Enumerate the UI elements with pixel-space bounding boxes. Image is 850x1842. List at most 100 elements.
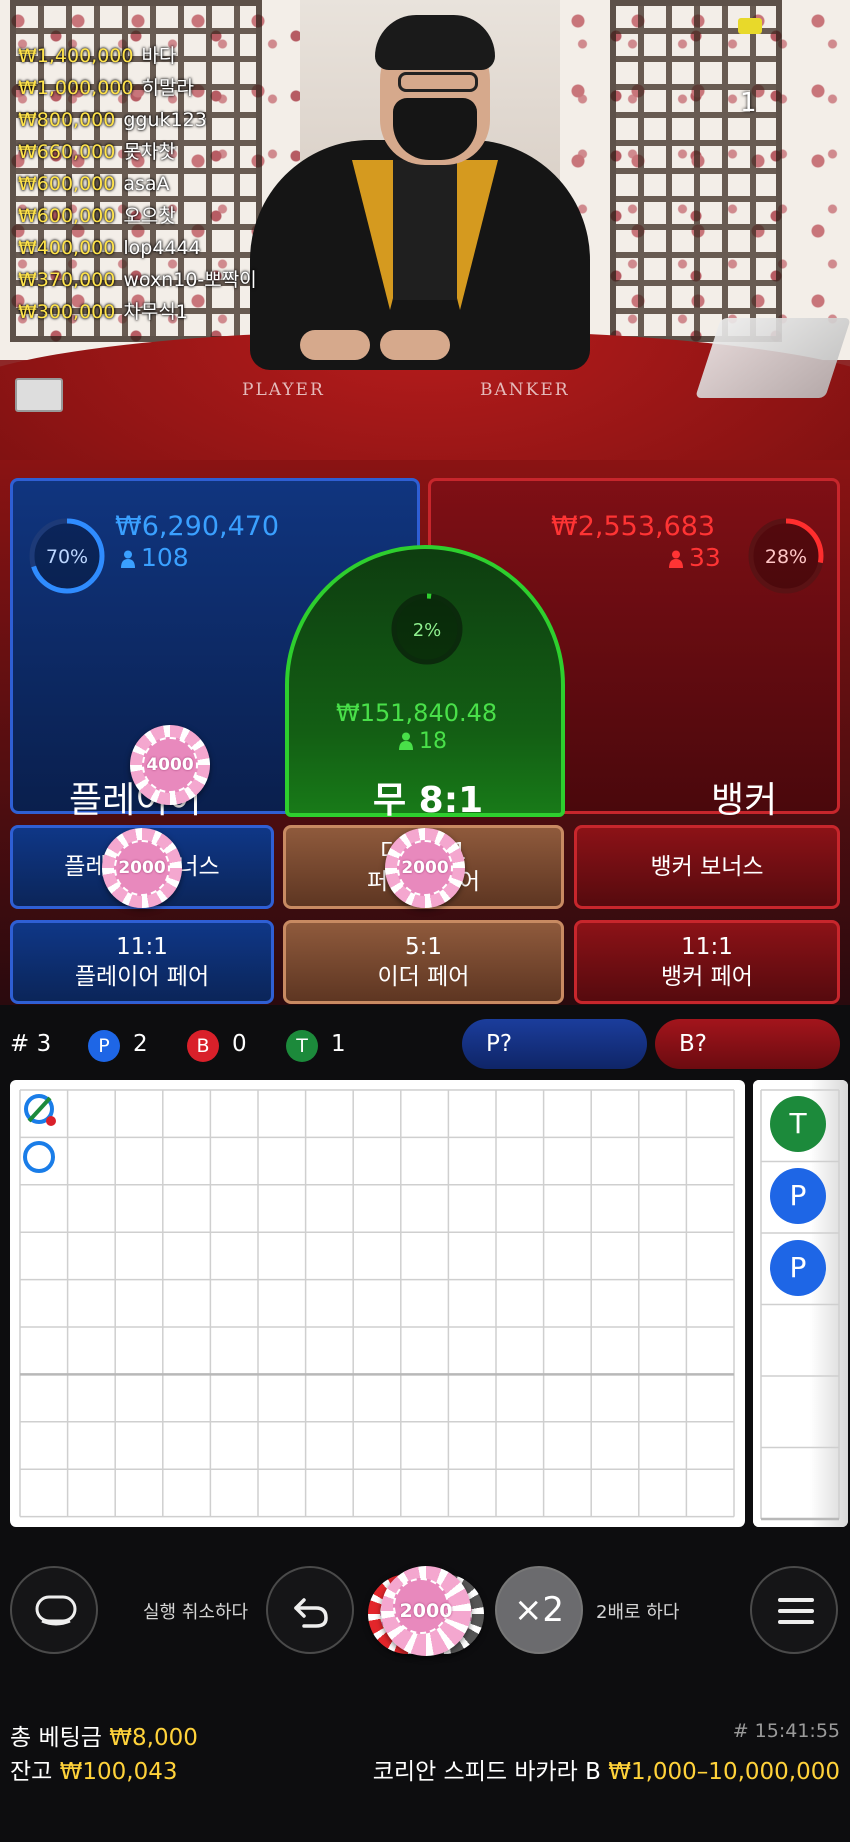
player-pair-odds: 11:1 bbox=[116, 934, 168, 960]
leaderboard-name: asaA bbox=[123, 173, 170, 195]
banker-percent-ring: 28% bbox=[748, 518, 824, 594]
player-pair-bet[interactable]: 11:1 플레이어 페어 bbox=[10, 920, 274, 1004]
leaderboard-row: ₩600,000 오으찻 bbox=[18, 200, 318, 232]
leaderboard-name: 오으찻 bbox=[123, 205, 176, 227]
player-bettor-count: 108 bbox=[121, 543, 189, 572]
banker-bonus-bet[interactable]: 뱅커 보너스 bbox=[574, 825, 840, 909]
player-pair-label: 플레이어 페어 bbox=[74, 964, 210, 990]
player-result-marker bbox=[22, 1140, 58, 1176]
bead-tie: T bbox=[770, 1096, 826, 1152]
round-indicator-icon bbox=[738, 18, 762, 34]
lobby-button[interactable] bbox=[10, 1566, 98, 1654]
dealer-hand-left bbox=[300, 330, 370, 360]
felt-banker-text: BANKER bbox=[480, 380, 570, 400]
undo-button[interactable] bbox=[266, 1566, 354, 1654]
scoreboard-grid bbox=[19, 1089, 735, 1518]
tie-badge-icon: T bbox=[286, 1030, 318, 1062]
leaderboard-amount: ₩600,000 bbox=[18, 173, 116, 195]
svg-text:28%: 28% bbox=[765, 546, 807, 568]
either-pair-bet[interactable]: 5:1 이더 페어 bbox=[283, 920, 564, 1004]
footer-info: 총 베팅금 ₩8,000 잔고 ₩100,043 # 15:41:55 코리안 … bbox=[0, 1700, 850, 1842]
placed-chip-perfect-pair[interactable]: 2000 bbox=[385, 828, 465, 908]
player-win-count: 2 bbox=[133, 1031, 148, 1057]
either-pair-odds: 5:1 bbox=[404, 934, 442, 960]
leaderboard-amount: ₩1,000,000 bbox=[18, 77, 134, 99]
bead-player: P bbox=[770, 1168, 826, 1224]
betting-area: 70% ₩6,290,470 108 플레이어 ₩2,553,683 33 28… bbox=[0, 460, 850, 1005]
leaderboard-amount: ₩600,000 bbox=[18, 205, 116, 227]
person-icon bbox=[399, 732, 413, 750]
tie-count: 1 bbox=[331, 1031, 346, 1057]
selected-chip[interactable]: 2000 bbox=[381, 1566, 471, 1656]
balance-value: ₩100,043 bbox=[59, 1759, 178, 1785]
round-count: # 3 bbox=[10, 1031, 52, 1057]
winners-leaderboard: ₩1,400,000 바다 ₩1,000,000 히말라 ₩800,000 gguk123… bbox=[18, 40, 318, 328]
table-limits: ₩1,000–10,000,000 bbox=[608, 1759, 840, 1785]
leaderboard-amount: ₩300,000 bbox=[18, 301, 116, 323]
undo-label: 실행 취소하다 bbox=[143, 1602, 249, 1623]
big-road-scoreboard[interactable] bbox=[10, 1080, 745, 1527]
total-bet-value: ₩8,000 bbox=[109, 1725, 198, 1751]
total-bet-label: 총 베팅금 bbox=[10, 1725, 102, 1751]
leaderboard-amount: ₩370,000 bbox=[18, 269, 116, 291]
leaderboard-name: woxn10-뽀짝이 bbox=[123, 269, 257, 291]
leaderboard-row: ₩1,000,000 히말라 bbox=[18, 72, 318, 104]
placed-chip-player-bonus[interactable]: 2000 bbox=[102, 828, 182, 908]
svg-text:70%: 70% bbox=[46, 546, 88, 568]
predict-player-button[interactable]: P? bbox=[462, 1019, 647, 1069]
leaderboard-row: ₩800,000 gguk123 bbox=[18, 104, 318, 136]
svg-text:2%: 2% bbox=[413, 620, 442, 641]
bead-player: P bbox=[770, 1240, 826, 1296]
double-button[interactable]: ×2 bbox=[495, 1566, 583, 1654]
leaderboard-name: 차무식1 bbox=[123, 301, 188, 323]
banker-badge-icon: B bbox=[187, 1030, 219, 1062]
leaderboard-name: lop4444 bbox=[123, 237, 201, 259]
game-time: # 15:41:55 bbox=[732, 1720, 840, 1742]
dealer-shirt bbox=[393, 160, 457, 300]
banker-pair-label: 뱅커 페어 bbox=[661, 964, 753, 990]
round-number: 1 bbox=[740, 88, 757, 118]
stats-bar: # 3 P 2 B 0 T 1 P? B? bbox=[0, 1005, 850, 1085]
tie-slash-icon bbox=[24, 1094, 56, 1126]
table-name: 코리안 스피드 바카라 B bbox=[372, 1759, 601, 1785]
banker-win-count: 0 bbox=[232, 1031, 247, 1057]
banker-label: 뱅커 bbox=[711, 780, 778, 821]
leaderboard-name: gguk123 bbox=[123, 109, 207, 131]
dealer-glasses bbox=[398, 72, 478, 92]
tie-bettor-count: 18 bbox=[399, 729, 447, 754]
dealer-mask bbox=[393, 98, 477, 160]
dealer-hand-right bbox=[380, 330, 450, 360]
tie-label: 무 8:1 bbox=[373, 780, 484, 821]
total-bet: 총 베팅금 ₩8,000 bbox=[10, 1718, 198, 1752]
leaderboard-amount: ₩1,400,000 bbox=[18, 45, 134, 67]
either-pair-label: 이더 페어 bbox=[377, 964, 470, 990]
leaderboard-amount: ₩400,000 bbox=[18, 237, 116, 259]
balance: 잔고 ₩100,043 bbox=[10, 1752, 178, 1786]
bead-road-panel[interactable]: TPP bbox=[753, 1080, 848, 1527]
table-lobby-icon bbox=[35, 1595, 77, 1626]
control-bar: 실행 취소하다 2000 ×2 2배로 하다 bbox=[0, 1540, 850, 1680]
placed-chip-player[interactable]: 4000 bbox=[130, 725, 210, 805]
leaderboard-name: 못차찻 bbox=[123, 141, 176, 163]
felt-player-text: PLAYER bbox=[242, 380, 325, 400]
leaderboard-row: ₩600,000 asaA bbox=[18, 168, 318, 200]
balance-label: 잔고 bbox=[10, 1759, 53, 1785]
menu-button[interactable] bbox=[750, 1566, 838, 1654]
leaderboard-row: ₩660,000 못차찻 bbox=[18, 136, 318, 168]
chip-selector[interactable]: 2000 bbox=[368, 1562, 484, 1658]
live-video-feed: PLAYER BANKER ₩1,400,000 바다 ₩1,000,000 히말라 ₩… bbox=[0, 0, 850, 460]
banker-pair-bet[interactable]: 11:1 뱅커 페어 bbox=[574, 920, 840, 1004]
lattice-screen-right bbox=[610, 0, 782, 342]
tie-result-marker bbox=[22, 1092, 58, 1128]
leaderboard-row: ₩300,000 차무식1 bbox=[18, 296, 318, 328]
tie-bet-spot[interactable]: 2% ₩151,840.48 18 무 8:1 bbox=[285, 545, 565, 821]
leaderboard-name: 히말라 bbox=[141, 77, 194, 99]
player-percent-ring: 70% bbox=[29, 518, 105, 594]
banker-total-amount: ₩2,553,683 bbox=[551, 511, 716, 542]
predict-banker-button[interactable]: B? bbox=[655, 1019, 840, 1069]
leaderboard-amount: ₩660,000 bbox=[18, 141, 116, 163]
double-label: 2배로 하다 bbox=[596, 1602, 680, 1623]
leaderboard-name: 바다 bbox=[141, 45, 177, 67]
tie-percent-ring: 2% bbox=[391, 593, 463, 665]
person-icon bbox=[669, 550, 683, 568]
